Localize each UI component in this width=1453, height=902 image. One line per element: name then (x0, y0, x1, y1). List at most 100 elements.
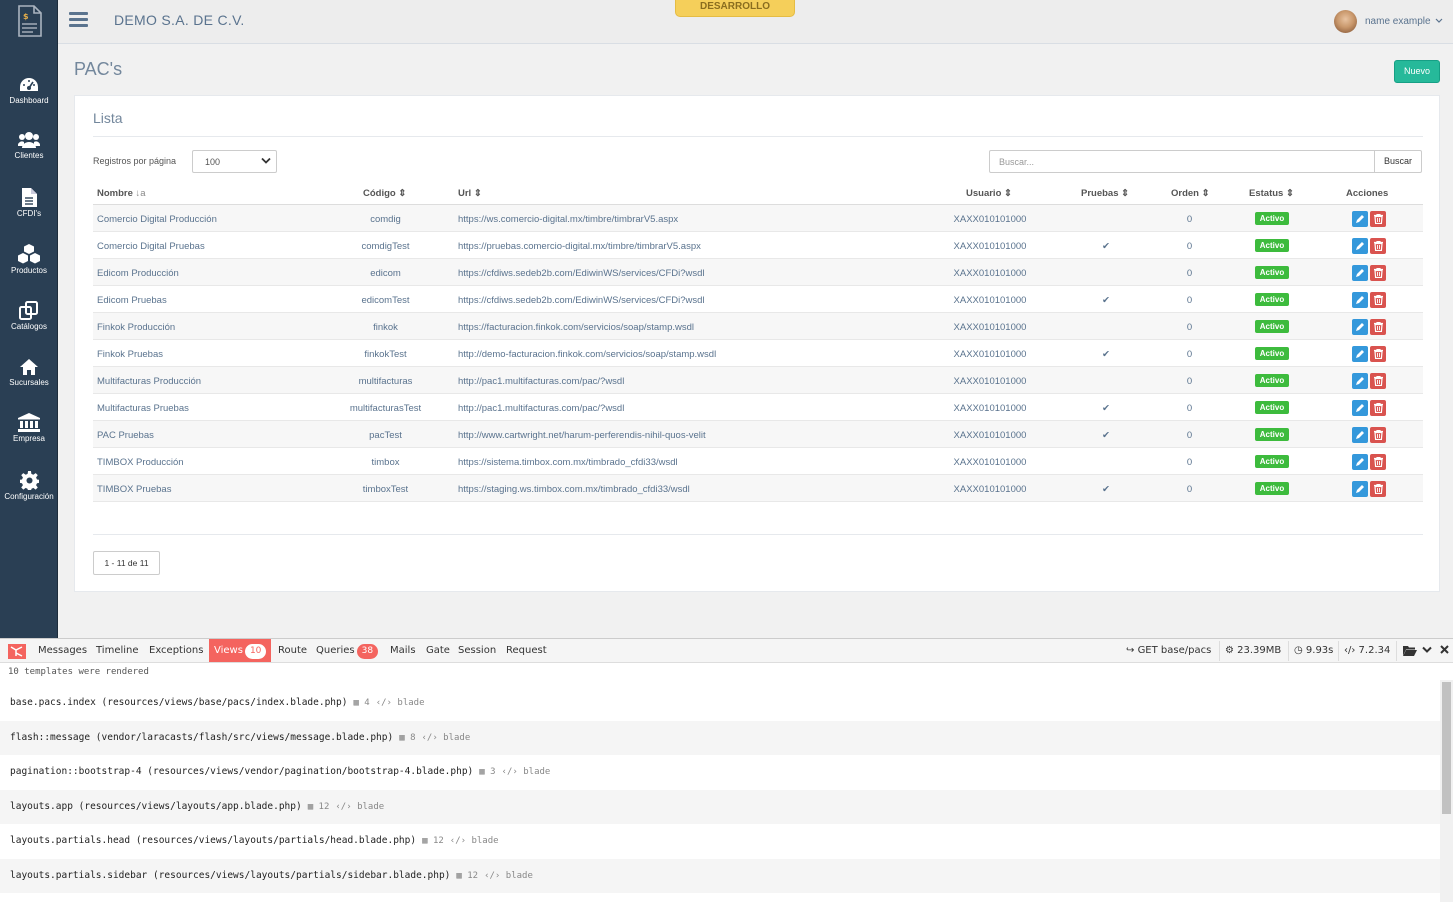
delete-button[interactable] (1370, 427, 1386, 443)
template-name: layouts.partials.head (resources/views/l… (10, 835, 417, 846)
sidebar-item-catalogos[interactable]: Catálogos (0, 301, 58, 331)
column-header-pruebas[interactable]: Pruebas ⇕ (1081, 188, 1129, 199)
folder-open-icon[interactable] (1403, 645, 1417, 656)
invoice-logo-icon[interactable]: $ (17, 5, 43, 38)
delete-button[interactable] (1370, 454, 1386, 470)
sidebar-item-dashboard[interactable]: Dashboard (0, 76, 58, 105)
edit-button[interactable] (1352, 238, 1368, 254)
pencil-icon (1356, 296, 1364, 304)
edit-button[interactable] (1352, 319, 1368, 335)
search-button[interactable]: Buscar (1374, 150, 1422, 173)
environment-badge: DESARROLLO (675, 0, 795, 17)
cell-codigo: multifacturas (358, 376, 413, 387)
cell-pruebas: ✔ (1102, 241, 1110, 252)
bank-icon (18, 413, 40, 432)
cell-codigo: timbox (371, 457, 400, 468)
debugbar-tab-request[interactable]: Request (501, 639, 552, 662)
cell-pruebas: ✔ (1102, 349, 1110, 360)
sidebar-item-clientes[interactable]: Clientes (0, 131, 58, 160)
scrollbar[interactable] (1440, 680, 1453, 902)
cell-nombre: Edicom Producción (97, 268, 179, 279)
list-item[interactable]: layouts.partials.sidebar (resources/view… (0, 858, 1440, 893)
sidebar-item-productos[interactable]: Productos (0, 244, 58, 275)
debugbar-tab-timeline[interactable]: Timeline (91, 639, 144, 662)
debugbar-tab-messages[interactable]: Messages (33, 639, 92, 662)
delete-button[interactable] (1370, 400, 1386, 416)
search-input[interactable]: Buscar... (989, 150, 1375, 173)
edit-button[interactable] (1352, 427, 1368, 443)
delete-button[interactable] (1370, 292, 1386, 308)
column-header-estatus[interactable]: Estatus ⇕ (1249, 188, 1294, 199)
sidebar-item-label: Configuración (4, 492, 54, 501)
delete-button[interactable] (1370, 265, 1386, 281)
sidebar-item-configuracion[interactable]: Configuración (0, 471, 58, 501)
column-header-usuario[interactable]: Usuario ⇕ (966, 188, 1012, 199)
debugbar-tab-mails[interactable]: Mails (385, 639, 421, 662)
debugbar-tab-views[interactable]: Views 10 (209, 639, 272, 662)
column-header-orden[interactable]: Orden ⇕ (1171, 188, 1210, 199)
cell-nombre: TIMBOX Pruebas (97, 484, 172, 495)
template-params: ▦ 3 (479, 767, 496, 777)
delete-button[interactable] (1370, 346, 1386, 362)
column-header-url[interactable]: Url ⇕ (458, 188, 482, 199)
edit-button[interactable] (1352, 292, 1368, 308)
debugbar: Messages Timeline Exceptions Views 10 Route Qu… (0, 638, 1453, 902)
status-badge: Activo (1255, 401, 1289, 414)
divider (93, 534, 1423, 535)
column-header-codigo[interactable]: Código ⇕ (363, 188, 406, 199)
minimize-chevron-icon[interactable] (1422, 646, 1432, 654)
list-item[interactable]: pagination::bootstrap-4 (resources/views… (0, 755, 1440, 790)
delete-button[interactable] (1370, 319, 1386, 335)
table-row: PAC Pruebas pacTest http://www.cartwright.… (93, 421, 1423, 448)
debugbar-tab-gate[interactable]: Gate (421, 639, 455, 662)
edit-button[interactable] (1352, 400, 1368, 416)
table-body: Comercio Digital Producción comdig https:/… (93, 205, 1423, 502)
sidebar-item-cfdis[interactable]: CFDI's (0, 188, 58, 218)
edit-button[interactable] (1352, 265, 1368, 281)
new-button[interactable]: Nuevo (1394, 60, 1440, 83)
menu-toggle-icon[interactable] (69, 12, 88, 28)
trash-icon (1373, 241, 1383, 251)
debugbar-tab-queries[interactable]: Queries 38 (311, 639, 383, 662)
delete-button[interactable] (1370, 373, 1386, 389)
edit-button[interactable] (1352, 346, 1368, 362)
template-type: ‹/› blade (449, 836, 499, 846)
list-item[interactable]: flash::message (vendor/laracasts/flash/s… (0, 720, 1440, 755)
list-item[interactable]: base.pacs.index (resources/views/base/pa… (0, 686, 1440, 721)
delete-button[interactable] (1370, 481, 1386, 497)
close-icon[interactable] (1440, 645, 1449, 654)
sidebar: $ Dashboard Clientes CFDI's Productos Ca… (0, 0, 58, 638)
sidebar-item-empresa[interactable]: Empresa (0, 413, 58, 443)
trash-icon (1373, 322, 1383, 332)
cell-url: http://pac1.multifacturas.com/pac/?wsdl (458, 403, 625, 414)
cell-codigo: edicom (370, 268, 401, 279)
edit-button[interactable] (1352, 454, 1368, 470)
cell-url: https://cfdiws.sedeb2b.com/EdiwinWS/serv… (458, 295, 705, 306)
list-item[interactable]: layouts.partials.head (resources/views/l… (0, 824, 1440, 859)
cell-usuario: XAXX010101000 (953, 214, 1027, 225)
debugbar-tab-exceptions[interactable]: Exceptions (144, 639, 208, 662)
pagination-info[interactable]: 1 - 11 de 11 (93, 551, 160, 575)
sidebar-item-sucursales[interactable]: Sucursales (0, 358, 58, 387)
trash-icon (1373, 457, 1383, 467)
company-name: DEMO S.A. DE C.V. (114, 12, 245, 28)
cell-url: https://cfdiws.sedeb2b.com/EdiwinWS/serv… (458, 268, 705, 279)
user-menu[interactable]: name example (1334, 9, 1443, 33)
template-name: base.pacs.index (resources/views/base/pa… (10, 697, 348, 708)
edit-button[interactable] (1352, 211, 1368, 227)
per-page-select[interactable]: 100 (192, 150, 277, 173)
list-item[interactable]: layouts.app (resources/views/layouts/app… (0, 789, 1440, 824)
tab-label: Timeline (96, 645, 139, 656)
laravel-logo-icon[interactable] (8, 644, 26, 659)
cell-orden: 0 (1186, 241, 1193, 252)
edit-button[interactable] (1352, 481, 1368, 497)
cell-usuario: XAXX010101000 (953, 349, 1027, 360)
delete-button[interactable] (1370, 211, 1386, 227)
cell-nombre: PAC Pruebas (97, 430, 154, 441)
template-params: ▦ 12 (422, 836, 444, 846)
delete-button[interactable] (1370, 238, 1386, 254)
debugbar-tab-route[interactable]: Route (273, 639, 312, 662)
column-header-nombre[interactable]: Nombre ↓a (97, 188, 146, 199)
edit-button[interactable] (1352, 373, 1368, 389)
debugbar-tab-session[interactable]: Session (453, 639, 501, 662)
